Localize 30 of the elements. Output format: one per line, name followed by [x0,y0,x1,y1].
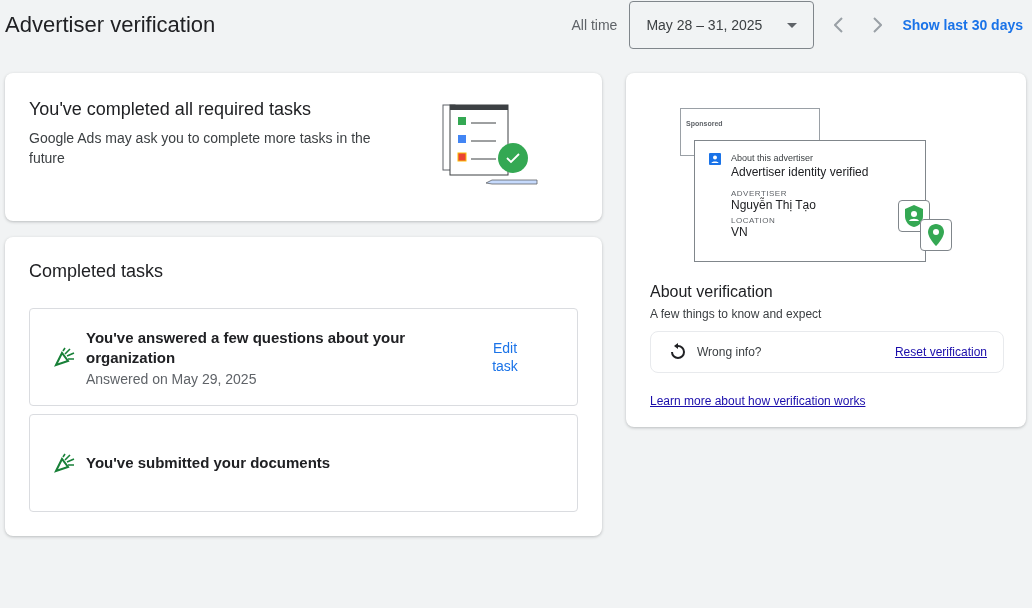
party-popper-icon [54,453,76,473]
person-icon [709,153,721,165]
location-pin-icon [928,224,944,246]
status-title: You've completed all required tasks [29,99,312,120]
preview-status: Advertiser identity verified [731,165,869,179]
about-verification-title: About verification [650,283,774,301]
dropdown-caret-icon [787,22,798,28]
task-title: You've submitted your documents [86,453,332,473]
field-label: LOCATION [731,216,777,225]
task-date: Answered on May 29, 2025 [86,370,258,387]
field-label: ADVERTISER [731,189,788,198]
completed-tasks-title: Completed tasks [29,261,165,282]
chevron-right-icon [872,17,883,33]
field-value: VN [731,225,749,239]
date-range-dropdown[interactable]: May 28 – 31, 2025 [629,1,815,49]
show-last-30-days-button[interactable]: Show last 30 days [902,17,1027,33]
about-verification-subtitle: A few things to know and expect [650,307,823,321]
status-description: Google Ads may ask you to complete more tasks in the future [29,129,372,168]
reset-verification-link[interactable]: Reset verification [894,345,987,359]
learn-more-link[interactable]: Learn more about how verification works [650,394,866,408]
task-title: You've answered a few questions about your organization [86,327,407,368]
wrong-info-text: Wrong info? [697,345,763,359]
preview-heading: About this advertiser [731,153,815,163]
chevron-left-icon [834,17,845,33]
party-popper-icon [54,347,76,367]
refresh-icon [669,343,687,361]
page-title: Advertiser verification [5,12,217,38]
field-value: Nguyễn Thị Tạo [731,198,817,212]
range-label: All time [571,17,618,33]
edit-task-link[interactable]: Edit task [481,339,529,375]
